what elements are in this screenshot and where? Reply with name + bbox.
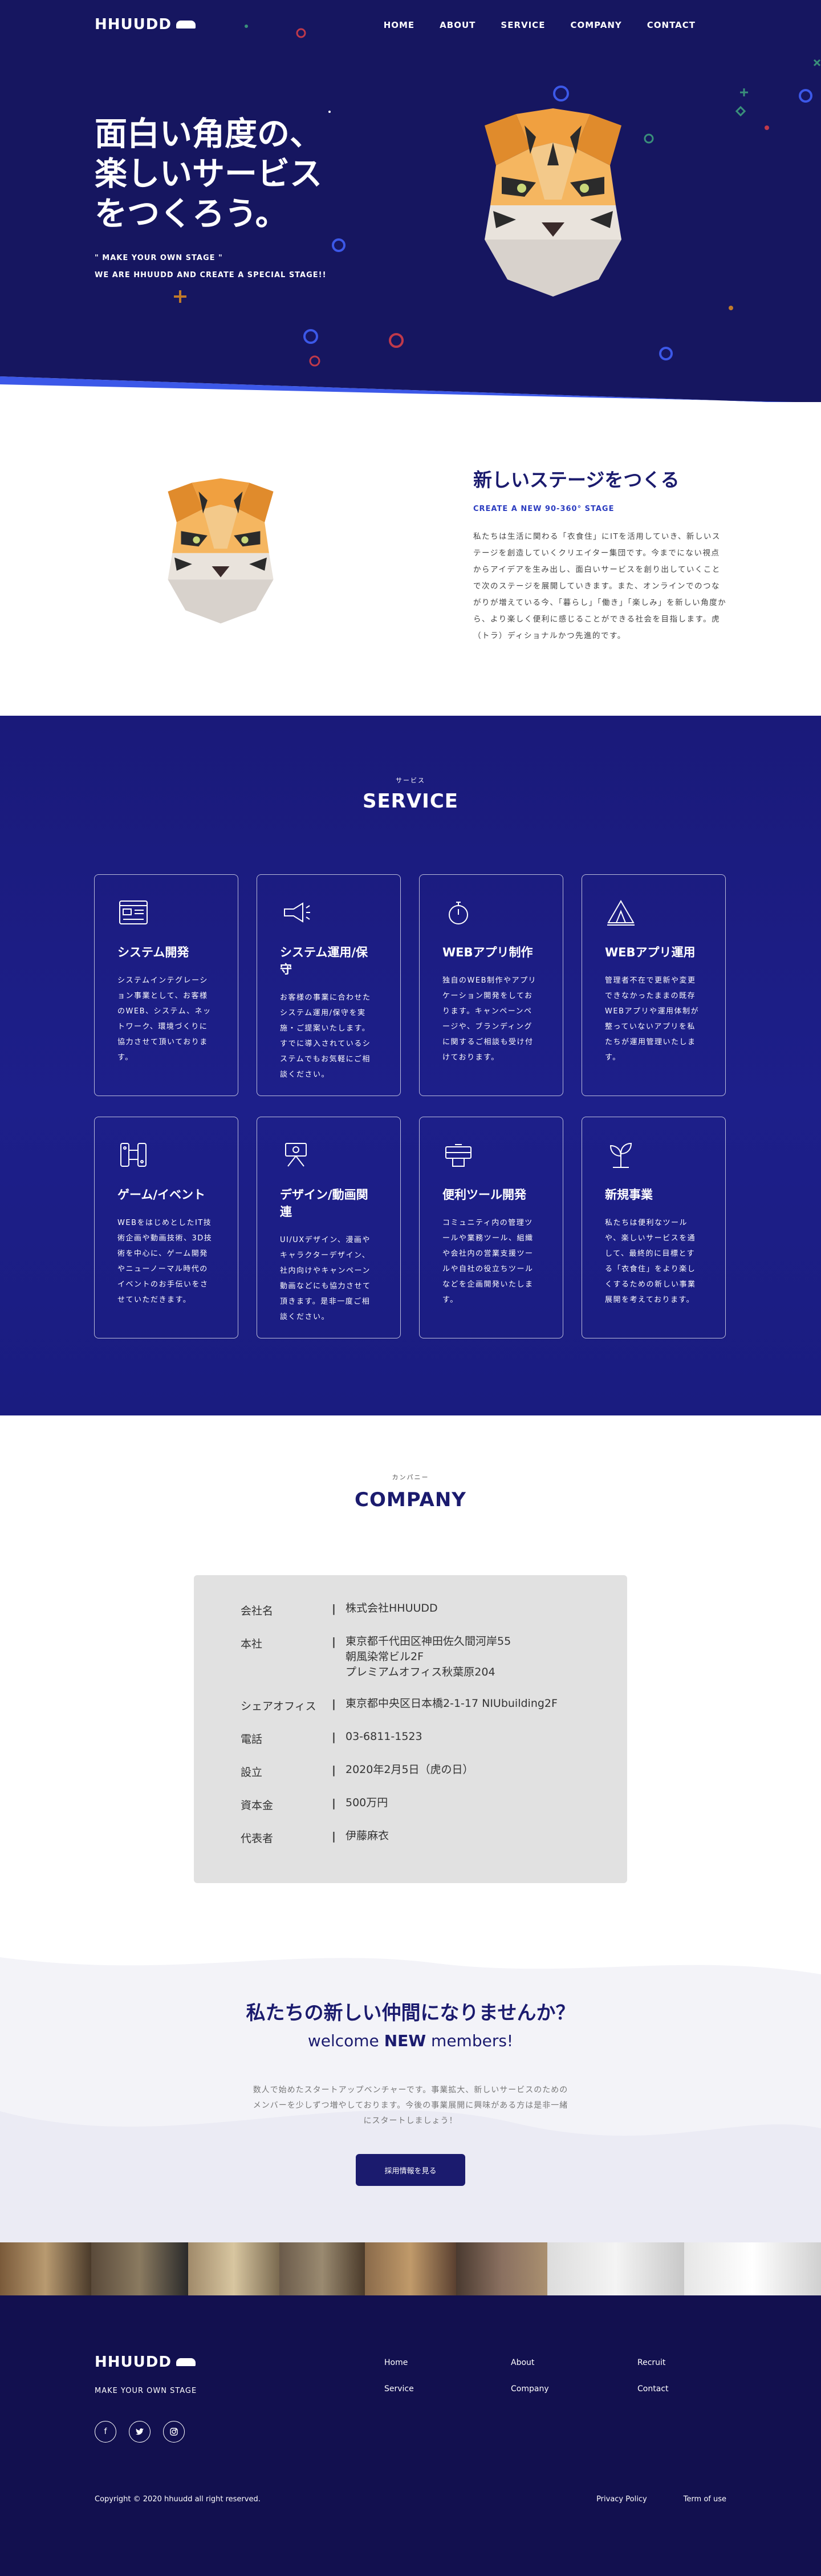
service-card[interactable]: WEBアプリ運用 管理者不在で更新や変更できなかったままの既存WEBアプリや運用… (582, 874, 726, 1096)
hero-title: 面白い角度の、 楽しいサービス をつくろう。 (95, 115, 322, 233)
nav-contact[interactable]: CONTACT (647, 20, 696, 30)
hero-section: HHUUDD HOME ABOUT SERVICE COMPANY CONTAC… (0, 0, 821, 402)
nav-company[interactable]: COMPANY (570, 20, 621, 30)
tiger-illustration (485, 108, 621, 297)
footer-link-about[interactable]: About (511, 2358, 637, 2367)
about-title: 新しいステージをつくる (473, 469, 680, 491)
office-photo (456, 2242, 547, 2295)
footer: HHUUDD MAKE YOUR OWN STAGE f Home About … (0, 2295, 821, 2576)
top-nav: HHUUDD HOME ABOUT SERVICE COMPANY CONTAC… (0, 0, 821, 52)
office-photo (547, 2242, 684, 2295)
office-photo (365, 2242, 456, 2295)
recruit-section: 私たちの新しい仲間になりませんか？ welcome NEW members! 数… (0, 1940, 821, 2242)
service-card[interactable]: 新規事業 私たちは便利なツールや、楽しいサービスを通して、最終的に目標とする「衣… (582, 1117, 726, 1338)
stopwatch-icon (449, 902, 468, 924)
company-row: シェアオフィス | 東京都中央区日本橋2-1-17 NIUbuilding2F (241, 1697, 558, 1713)
toolbox-icon (445, 1144, 472, 1167)
policy-links: Privacy Policy Term of use (596, 2495, 726, 2504)
service-card[interactable]: WEBアプリ制作 独自のWEB制作やアプリケーション開発をしております。キャンペ… (419, 874, 563, 1096)
footer-link-recruit[interactable]: Recruit (637, 2358, 751, 2367)
hero-wave (0, 376, 795, 402)
recruit-title: 私たちの新しい仲間になりませんか？ (246, 2002, 575, 2025)
nav-links: HOME ABOUT SERVICE COMPANY CONTACT (384, 20, 696, 30)
company-row: 設立 | 2020年2月5日（虎の日） (241, 1763, 474, 1779)
service-card[interactable]: ゲーム/イベント WEBをはじめとしたIT技術企画や動画技術、3D技術を中心に、… (94, 1117, 238, 1338)
footer-link-service[interactable]: Service (384, 2384, 511, 2394)
office-photo (91, 2242, 188, 2295)
sprout-icon (609, 1142, 632, 1168)
nav-about[interactable]: ABOUT (440, 20, 475, 30)
company-row: 電話 | 03-6811-1523 (241, 1730, 422, 1746)
company-title: COMPANY (355, 1488, 466, 1511)
footer-link-contact[interactable]: Contact (637, 2384, 751, 2394)
office-photo (188, 2242, 279, 2295)
megaphone-icon (284, 902, 310, 923)
footer-logo[interactable]: HHUUDD (95, 2354, 196, 2371)
about-section: 新しいステージをつくる CREATE A NEW 90-360° STAGE 私… (0, 402, 821, 716)
service-card[interactable]: 便利ツール開発 コミュニティ内の管理ツールや業務ツール、組織や会社内の営業支援ツ… (419, 1117, 563, 1338)
dashboard-icon (119, 900, 148, 924)
office-photo (684, 2242, 821, 2295)
service-card[interactable]: システム開発 システムインテグレーション事業として、お客様のWEB、システム、ネ… (94, 874, 238, 1096)
service-title: SERVICE (362, 790, 459, 813)
office-photo (0, 2242, 91, 2295)
site-logo[interactable]: HHUUDD (95, 16, 196, 33)
office-photo (279, 2242, 365, 2295)
camp-icon (607, 900, 635, 926)
recruit-info-button[interactable]: 採用情報を見る (356, 2154, 465, 2186)
company-section: カンパニー COMPANY 会社名 | 株式会社HHUUDD 本社 | 東京都千… (0, 1415, 821, 1940)
footer-link-home[interactable]: Home (384, 2358, 511, 2367)
nav-service[interactable]: SERVICE (501, 20, 545, 30)
service-card[interactable]: デザイン/動画関連 UI/UXデザイン、漫画やキャラクターデザイン、社内向けやキ… (257, 1117, 401, 1338)
service-card[interactable]: システム運用/保守 お客様の事業に合わせたシステム運用/保守を実施・ご提案いたし… (257, 874, 401, 1096)
tiger-illustration-small (168, 478, 274, 624)
footer-links: Home About Recruit Service Company Conta… (384, 2358, 751, 2394)
recruit-subtitle: welcome NEW members! (307, 2031, 514, 2050)
service-kana: サービス (396, 777, 425, 784)
twitter-icon[interactable] (129, 2421, 151, 2443)
gamepad-icon (120, 1143, 147, 1167)
service-cards: システム開発 システムインテグレーション事業として、お客様のWEB、システム、ネ… (94, 874, 727, 1338)
company-row: 資本金 | 500万円 (241, 1796, 388, 1812)
recruit-text: 数人で始めたスタートアップベンチャーです。事業拡大、新しいサービスのためのメンバ… (253, 2086, 568, 2125)
copyright: Copyright © 2020 hhuudd all right reserv… (95, 2495, 261, 2504)
about-subtitle: CREATE A NEW 90-360° STAGE (473, 505, 615, 513)
social-links: f (95, 2421, 185, 2443)
company-kana: カンパニー (392, 1474, 429, 1481)
company-row: 代表者 | 伊藤麻衣 (241, 1829, 389, 1845)
footer-tagline: MAKE YOUR OWN STAGE (95, 2387, 197, 2395)
nav-home[interactable]: HOME (384, 20, 414, 30)
hero-tagline: " MAKE YOUR OWN STAGE " WE ARE HHUUDD AN… (95, 254, 327, 279)
office-photo-strip (0, 2242, 821, 2295)
terms-link[interactable]: Term of use (684, 2495, 726, 2504)
facebook-icon[interactable]: f (95, 2421, 116, 2443)
footer-link-company[interactable]: Company (511, 2384, 637, 2394)
designer-icon (285, 1143, 307, 1167)
service-section: サービス SERVICE システム開発 システムインテグレーション事業として、お… (0, 716, 821, 1415)
about-text: 私たちは生活に関わる「衣食住」にITを活用していき、新しいステージを創造していく… (473, 532, 727, 640)
company-info-table: 会社名 | 株式会社HHUUDD 本社 | 東京都千代田区神田佐久間河岸55 朝… (194, 1575, 627, 1883)
instagram-icon[interactable] (163, 2421, 185, 2443)
company-row: 本社 | 東京都千代田区神田佐久間河岸55 朝風染常ビル2F プレミアムオフィス… (241, 1635, 511, 1678)
company-row: 会社名 | 株式会社HHUUDD (241, 1602, 438, 1617)
privacy-policy-link[interactable]: Privacy Policy (596, 2495, 647, 2504)
